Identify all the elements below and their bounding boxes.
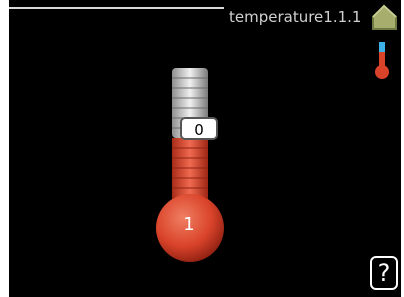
screen-title: temperature1.1.1 bbox=[229, 8, 362, 26]
temperature-value[interactable]: 0 bbox=[180, 117, 218, 140]
title-underline bbox=[9, 7, 224, 9]
mini-thermometer-icon bbox=[375, 42, 389, 79]
display-screen: temperature1.1.1 0 1 ? bbox=[9, 0, 401, 297]
help-button[interactable]: ? bbox=[370, 256, 398, 290]
home-icon[interactable] bbox=[370, 3, 400, 31]
thermometer-gauge bbox=[156, 68, 224, 262]
bulb-label: 1 bbox=[183, 214, 195, 235]
